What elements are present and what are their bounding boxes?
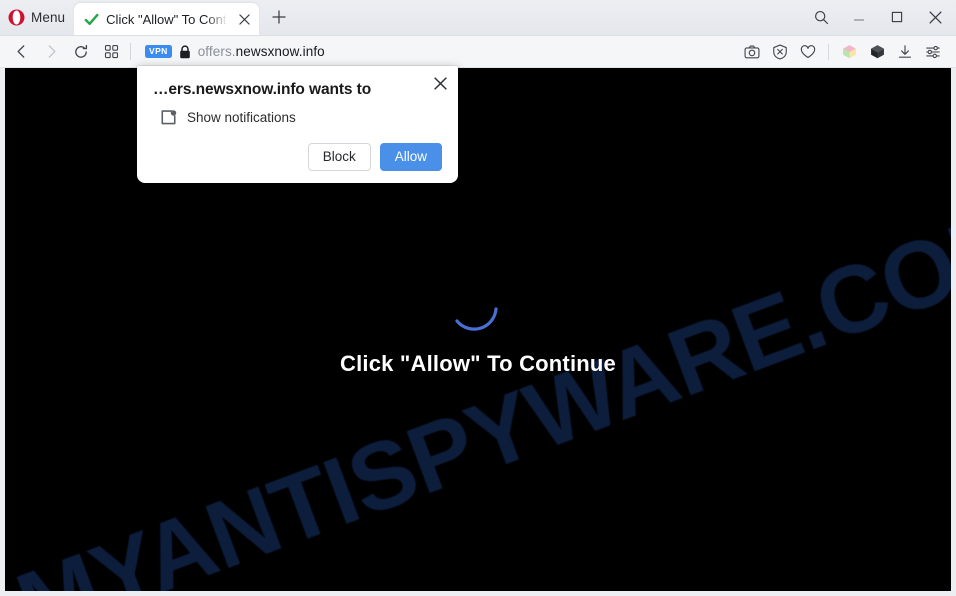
tab-close-icon[interactable] [236,11,253,28]
url-text[interactable]: offers.newsxnow.info [198,44,325,59]
allow-button[interactable]: Allow [379,143,442,172]
close-window-button[interactable] [916,2,954,32]
padlock-icon[interactable] [179,44,191,59]
window-controls [802,0,956,35]
green-check-icon [84,13,99,25]
vpn-badge[interactable]: VPN [145,45,172,58]
dialog-title: …ers.newsxnow.info wants to [153,81,372,98]
opera-menu-button[interactable]: Menu [0,3,74,31]
notification-icon [160,109,177,126]
url-subdomain: offers. [197,44,236,59]
heart-icon[interactable] [795,39,821,65]
address-bar[interactable]: VPN offers.newsxnow.info [137,39,739,65]
reload-button[interactable] [66,39,96,65]
close-icon[interactable] [430,73,450,93]
new-tab-button[interactable] [265,3,293,31]
speed-dial-tiles-button[interactable] [96,39,126,65]
dialog-actions: Block Allow [153,143,442,172]
tab-strip: Menu Click "Allow" To Conti [0,0,956,36]
camera-icon[interactable] [739,39,765,65]
navigation-toolbar: VPN offers.newsxnow.info [0,36,956,68]
toolbar-divider [828,43,829,60]
browser-window: Menu Click "Allow" To Conti VPN offers.n… [0,0,956,596]
opera-menu-label: Menu [31,9,66,25]
page-headline: Click "Allow" To Continue [339,350,616,376]
permission-row: Show notifications [153,109,442,126]
forward-button [36,39,66,65]
download-icon[interactable] [892,39,918,65]
browser-tab-title: Click "Allow" To Conti [106,11,230,27]
block-button[interactable]: Block [307,143,371,172]
maximize-button[interactable] [878,2,916,32]
loading-spinner [446,283,510,347]
url-domain: newsxnow.info [235,44,325,59]
toolbar-divider [130,43,131,60]
permission-label: Show notifications [187,110,296,126]
tab-list: Click "Allow" To Conti [74,0,293,35]
shield-x-icon[interactable] [767,39,793,65]
browser-tab[interactable]: Click "Allow" To Conti [74,3,260,35]
color-cube-icon[interactable] [836,39,862,65]
dark-cube-icon[interactable] [864,39,890,65]
sliders-icon[interactable] [920,39,946,65]
minimize-button[interactable] [840,2,878,32]
search-button[interactable] [802,2,840,32]
back-button[interactable] [6,39,36,65]
browser-toolbar-actions [739,39,950,65]
opera-logo-icon [8,9,25,25]
notification-permission-dialog: …ers.newsxnow.info wants to Show notific… [137,66,458,184]
